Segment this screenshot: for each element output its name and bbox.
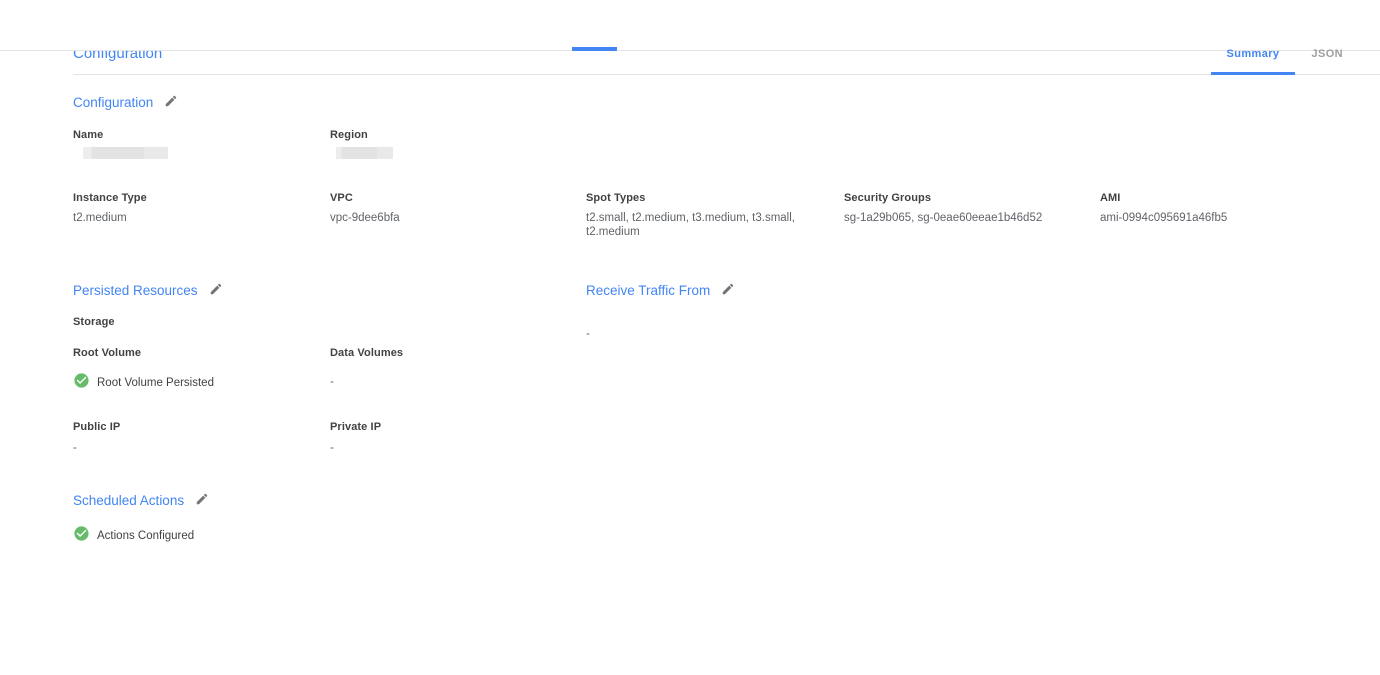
edit-persisted-resources-button[interactable] [209, 282, 223, 299]
field-security-groups-label: Security Groups [844, 192, 1080, 205]
receive-traffic-title: Receive Traffic From [586, 283, 710, 298]
root-volume-status-text: Root Volume Persisted [97, 377, 214, 389]
field-name: Name [73, 129, 330, 159]
field-name-label: Name [73, 129, 310, 142]
root-volume-status: Root Volume Persisted [73, 372, 330, 394]
field-region-label: Region [330, 129, 566, 142]
field-region: Region [330, 129, 586, 159]
configuration-section-title: Configuration [73, 95, 153, 110]
volume-labels-row: Root Volume Data Volumes [73, 347, 586, 360]
edit-configuration-button[interactable] [164, 94, 178, 111]
field-vpc-label: VPC [330, 192, 566, 205]
edit-scheduled-actions-button[interactable] [195, 492, 209, 509]
field-region-redacted-value [336, 147, 393, 159]
public-ip-value: - [73, 441, 330, 455]
field-vpc-value: vpc-9dee6bfa [330, 211, 566, 225]
summary-content: Configuration Name Region Instance Type … [0, 94, 1380, 547]
tab-json[interactable]: JSON [1295, 44, 1359, 74]
receive-traffic-heading: Receive Traffic From [586, 282, 1380, 299]
volume-values-row: Root Volume Persisted - [73, 360, 586, 394]
persisted-resources-heading: Persisted Resources [73, 282, 586, 299]
pencil-icon [721, 282, 735, 299]
scheduled-actions-status: Actions Configured [73, 525, 1380, 547]
ip-labels-row: Public IP Private IP [73, 421, 586, 434]
field-vpc: VPC vpc-9dee6bfa [330, 192, 586, 239]
view-tabs: Summary JSON [1211, 44, 1360, 74]
scheduled-actions-heading: Scheduled Actions [73, 492, 1380, 509]
pencil-icon [209, 282, 223, 299]
root-volume-label: Root Volume [73, 347, 330, 360]
configuration-section-heading: Configuration [73, 94, 1380, 111]
receive-traffic-value: - [586, 327, 1380, 341]
data-volumes-value: - [330, 375, 586, 394]
scheduled-actions-title: Scheduled Actions [73, 493, 184, 508]
configuration-fields-row1: Name Region [73, 129, 1380, 159]
field-ami-value: ami-0994c095691a46fb5 [1100, 211, 1360, 225]
field-instance-type-value: t2.medium [73, 211, 310, 225]
field-instance-type-label: Instance Type [73, 192, 310, 205]
pencil-icon [164, 94, 178, 111]
edit-receive-traffic-button[interactable] [721, 282, 735, 299]
public-ip-label: Public IP [73, 421, 330, 434]
field-security-groups-value: sg-1a29b065, sg-0eae60eeae1b46d52 [844, 211, 1080, 225]
middle-sections: Persisted Resources Storage Root Volume … [73, 282, 1380, 455]
private-ip-value: - [330, 441, 586, 455]
ip-values-row: - - [73, 434, 586, 455]
top-tab-strip [0, 44, 1380, 51]
field-ami-label: AMI [1100, 192, 1360, 205]
field-spot-types-label: Spot Types [586, 192, 824, 205]
field-instance-type: Instance Type t2.medium [73, 192, 330, 239]
top-tab-active-indicator [572, 47, 617, 51]
check-circle-icon [73, 372, 90, 394]
tab-summary[interactable]: Summary [1211, 44, 1296, 74]
data-volumes-label: Data Volumes [330, 347, 586, 360]
storage-label: Storage [73, 316, 586, 329]
configuration-fields-row2: Instance Type t2.medium VPC vpc-9dee6bfa… [73, 192, 1380, 239]
field-name-redacted-value [83, 147, 168, 159]
field-spot-types: Spot Types t2.small, t2.medium, t3.mediu… [586, 192, 844, 239]
scheduled-actions-status-text: Actions Configured [97, 530, 194, 542]
private-ip-label: Private IP [330, 421, 586, 434]
field-spot-types-value: t2.small, t2.medium, t3.medium, t3.small… [586, 211, 814, 239]
field-security-groups: Security Groups sg-1a29b065, sg-0eae60ee… [844, 192, 1100, 239]
persisted-resources-section: Persisted Resources Storage Root Volume … [73, 282, 586, 455]
check-circle-icon [73, 525, 90, 547]
field-ami: AMI ami-0994c095691a46fb5 [1100, 192, 1380, 239]
pencil-icon [195, 492, 209, 509]
persisted-resources-title: Persisted Resources [73, 283, 198, 298]
receive-traffic-section: Receive Traffic From - [586, 282, 1380, 455]
